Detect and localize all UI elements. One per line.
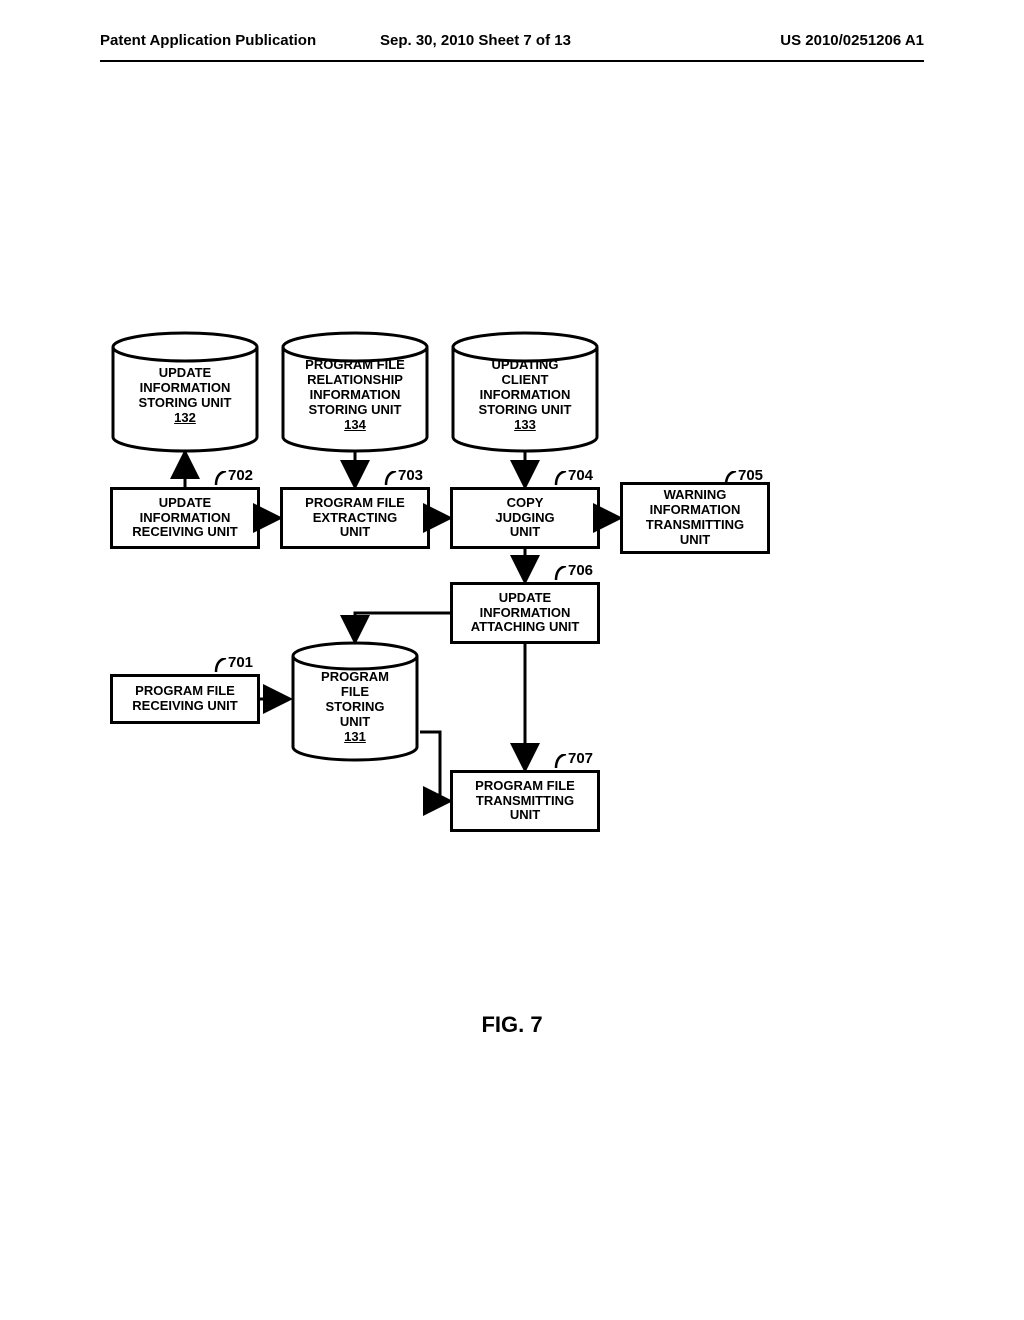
header-right: US 2010/0251206 A1 [780,32,924,49]
ref-704: 704 [568,467,593,484]
figure-caption: FIG. 7 [100,1012,924,1038]
ref-707: 707 [568,750,593,767]
cylinder-131: PROGRAM FILE STORING UNIT 131 [290,642,420,762]
box-701: PROGRAM FILE RECEIVING UNIT [110,674,260,724]
cylinder-134: PROGRAM FILE RELATIONSHIP INFORMATION ST… [280,332,430,452]
figure-7: UPDATE INFORMATION STORING UNIT 132 PROG… [100,332,924,1032]
cylinder-132: UPDATE INFORMATION STORING UNIT 132 [110,332,260,452]
box-707: PROGRAM FILE TRANSMITTING UNIT [450,770,600,832]
header-left: Patent Application Publication [100,32,316,49]
ref-703: 703 [398,467,423,484]
ref-702: 702 [228,467,253,484]
patent-page: Patent Application Publication Sep. 30, … [100,60,924,1262]
box-704: COPY JUDGING UNIT [450,487,600,549]
box-705: WARNING INFORMATION TRANSMITTING UNIT [620,482,770,554]
ref-701: 701 [228,654,253,671]
box-706: UPDATE INFORMATION ATTACHING UNIT [450,582,600,644]
box-702: UPDATE INFORMATION RECEIVING UNIT [110,487,260,549]
header-center: Sep. 30, 2010 Sheet 7 of 13 [380,32,571,49]
cylinder-133: UPDATING CLIENT INFORMATION STORING UNIT… [450,332,600,452]
ref-706: 706 [568,562,593,579]
box-703: PROGRAM FILE EXTRACTING UNIT [280,487,430,549]
